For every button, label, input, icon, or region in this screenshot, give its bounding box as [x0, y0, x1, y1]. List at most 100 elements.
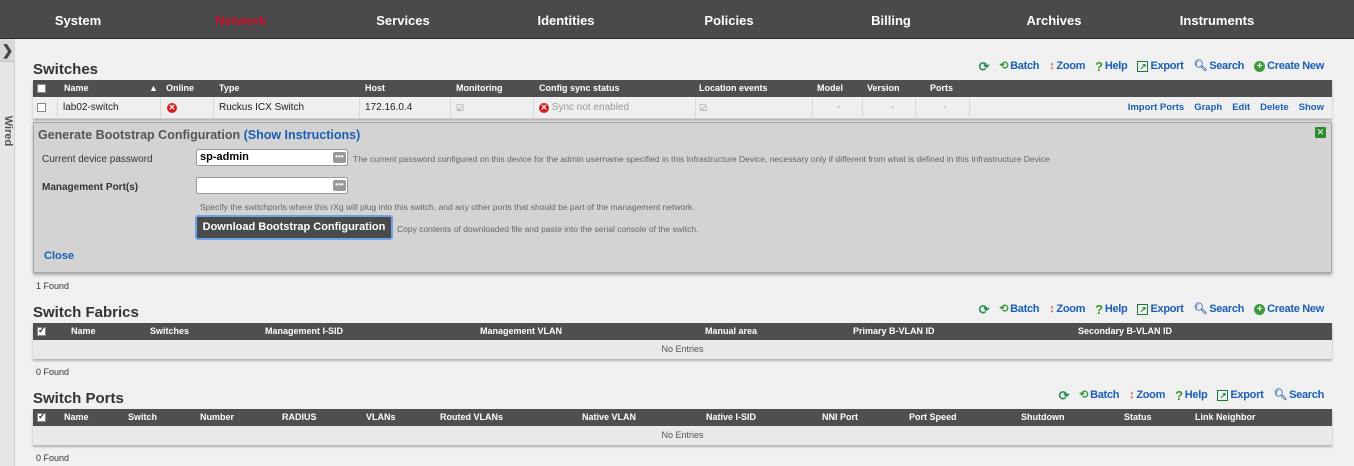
col-divider — [695, 97, 696, 119]
delete-link[interactable]: Delete — [1260, 97, 1289, 119]
col-location-events[interactable]: Location events — [699, 80, 768, 97]
export-icon: ↗ — [1217, 389, 1229, 401]
col-online[interactable]: Online — [166, 80, 194, 97]
search-button[interactable]: 🔍︎ Search — [1273, 387, 1324, 403]
col-link-neighbor[interactable]: Link Neighbor — [1195, 409, 1256, 426]
search-button[interactable]: 🔍︎ Search — [1194, 301, 1245, 317]
col-radius[interactable]: RADIUS — [282, 409, 317, 426]
col-ports[interactable]: Ports — [930, 80, 953, 97]
col-primary-bvlan[interactable]: Primary B-VLAN ID — [853, 323, 935, 340]
select-all-checkbox[interactable] — [37, 411, 46, 422]
bootstrap-title-text: Generate Bootstrap Configuration — [38, 128, 241, 142]
zoom-button[interactable]: ↕ Zoom — [1129, 387, 1165, 403]
col-native-vlan[interactable]: Native VLAN — [582, 409, 636, 426]
batch-icon: ⟲ — [999, 59, 1009, 72]
col-routed-vlans[interactable]: Routed VLANs — [440, 409, 503, 426]
col-divider — [862, 97, 863, 119]
search-label: Search — [1209, 303, 1245, 315]
create-new-button[interactable]: + Create New — [1254, 58, 1324, 74]
batch-icon: ⟲ — [999, 302, 1009, 315]
nav-services[interactable]: Services — [376, 0, 430, 39]
col-management-vlan[interactable]: Management VLAN — [480, 323, 562, 340]
col-port-speed[interactable]: Port Speed — [909, 409, 957, 426]
col-manual-area[interactable]: Manual area — [705, 323, 757, 340]
col-secondary-bvlan[interactable]: Secondary B-VLAN ID — [1078, 323, 1172, 340]
col-name[interactable]: Name — [64, 80, 89, 97]
sort-asc-icon[interactable]: ▲ — [149, 80, 158, 97]
col-name[interactable]: Name — [71, 323, 96, 340]
col-name[interactable]: Name — [64, 409, 89, 426]
batch-icon: ⟲ — [1079, 388, 1089, 401]
nav-archives[interactable]: Archives — [1027, 0, 1082, 39]
batch-label: Batch — [1010, 303, 1040, 315]
close-link[interactable]: Close — [44, 250, 74, 262]
col-status[interactable]: Status — [1124, 409, 1152, 426]
table-row[interactable]: lab02-switch ✕ Ruckus ICX Switch 172.16.… — [33, 97, 1332, 119]
nav-policies[interactable]: Policies — [704, 0, 753, 39]
col-type[interactable]: Type — [219, 80, 239, 97]
create-new-button[interactable]: + Create New — [1254, 301, 1324, 317]
refresh-button[interactable]: ⟳ — [979, 301, 990, 317]
col-host[interactable]: Host — [365, 80, 385, 97]
col-monitoring[interactable]: Monitoring — [456, 80, 503, 97]
col-config-sync[interactable]: Config sync status — [539, 80, 620, 97]
password-dots-icon[interactable]: ••• — [333, 152, 346, 163]
refresh-button[interactable]: ⟳ — [979, 58, 990, 74]
show-link[interactable]: Show — [1299, 97, 1324, 119]
col-vlans[interactable]: VLANs — [366, 409, 396, 426]
import-ports-link[interactable]: Import Ports — [1128, 97, 1184, 119]
graph-link[interactable]: Graph — [1194, 97, 1222, 119]
search-label: Search — [1209, 60, 1245, 72]
export-button[interactable]: ↗ Export — [1217, 387, 1264, 403]
row-checkbox[interactable] — [37, 103, 46, 112]
col-shutdown[interactable]: Shutdown — [1021, 409, 1065, 426]
col-version[interactable]: Version — [867, 80, 900, 97]
col-divider — [450, 97, 451, 119]
management-ports-input[interactable]: ••• — [196, 177, 348, 194]
select-all-checkbox[interactable] — [37, 84, 46, 93]
nav-system[interactable]: System — [55, 0, 101, 39]
sync-status: ✕ Sync not enabled — [539, 97, 629, 119]
nav-network[interactable]: Network — [215, 0, 266, 39]
col-model[interactable]: Model — [817, 80, 843, 97]
select-all-checkbox[interactable] — [37, 325, 46, 336]
col-nni-port[interactable]: NNI Port — [822, 409, 858, 426]
search-button[interactable]: 🔍︎ Search — [1194, 58, 1245, 74]
row-actions: Import Ports Graph Edit Delete Show — [1128, 97, 1324, 119]
help-button[interactable]: ? Help — [1175, 387, 1208, 403]
col-switch[interactable]: Switch — [128, 409, 157, 426]
nav-instruments[interactable]: Instruments — [1180, 0, 1254, 39]
zoom-button[interactable]: ↕ Zoom — [1049, 58, 1085, 74]
monitoring-check-icon: ☑ — [456, 103, 465, 113]
batch-button[interactable]: ⟲ Batch — [999, 58, 1039, 74]
zoom-button[interactable]: ↕ Zoom — [1049, 301, 1085, 317]
edit-link[interactable]: Edit — [1232, 97, 1250, 119]
col-divider — [812, 97, 813, 119]
col-number[interactable]: Number — [200, 409, 234, 426]
zoom-label: Zoom — [1136, 389, 1166, 401]
show-instructions-link[interactable]: (Show Instructions) — [244, 128, 361, 142]
batch-button[interactable]: ⟲ Batch — [999, 301, 1039, 317]
help-button[interactable]: ? Help — [1095, 58, 1128, 74]
password-input[interactable]: sp-admin ••• — [196, 149, 348, 166]
nav-billing[interactable]: Billing — [871, 0, 911, 39]
switch-version: - — [891, 102, 895, 113]
refresh-button[interactable]: ⟳ — [1059, 387, 1070, 403]
help-button[interactable]: ? Help — [1095, 301, 1128, 317]
sidebar-label-wired[interactable]: Wired — [2, 116, 14, 146]
nav-identities[interactable]: Identities — [537, 0, 594, 39]
chevron-right-icon[interactable]: ❯ — [0, 39, 15, 62]
batch-button[interactable]: ⟲ Batch — [1079, 387, 1119, 403]
switches-table-header: Name ▲ Online Type Host Monitoring Confi… — [33, 80, 1332, 97]
col-native-isid[interactable]: Native I-SID — [706, 409, 756, 426]
export-button[interactable]: ↗ Export — [1137, 58, 1184, 74]
close-icon[interactable]: ✕ — [1315, 127, 1326, 138]
management-dots-icon[interactable]: ••• — [333, 180, 346, 191]
download-bootstrap-button[interactable]: Download Bootstrap Configuration — [195, 215, 393, 240]
password-hint: The current password configured on this … — [353, 154, 1050, 164]
export-label: Export — [1230, 389, 1264, 401]
export-button[interactable]: ↗ Export — [1137, 301, 1184, 317]
zoom-label: Zoom — [1056, 303, 1086, 315]
col-switches[interactable]: Switches — [150, 323, 189, 340]
col-management-isid[interactable]: Management I-SID — [265, 323, 343, 340]
